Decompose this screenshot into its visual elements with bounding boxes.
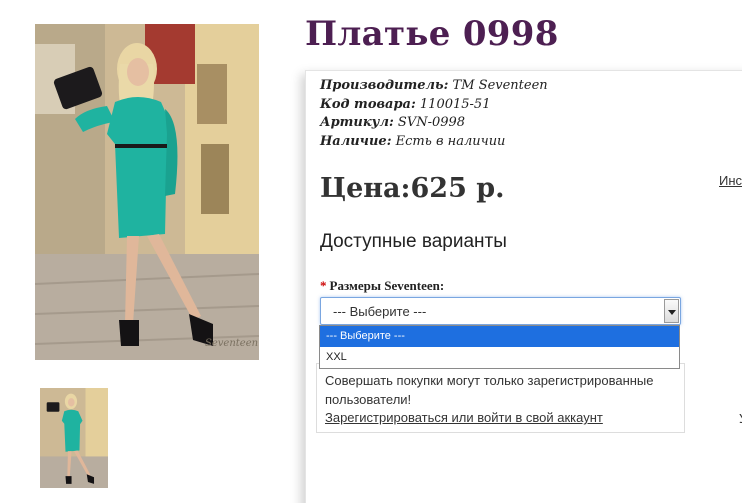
login-required-notice: Совершать покупки могут только зарегистр… (316, 363, 685, 433)
meta-availability: Наличие: Есть в наличии (320, 133, 548, 152)
meta-label: Код товара: (320, 96, 416, 112)
svg-text:Seventeen: Seventeen (205, 338, 258, 349)
meta-value: Есть в наличии (391, 133, 506, 149)
size-option-label: * Размеры Seventeen: (320, 278, 444, 294)
side-link[interactable]: Инс (719, 173, 742, 188)
chevron-down-icon[interactable] (664, 299, 679, 323)
product-page: Seventeen Платье 0998 Производитель: ТМ … (0, 0, 742, 503)
product-thumbnail[interactable] (40, 388, 108, 488)
meta-manufacturer: Производитель: ТМ Seventeen (320, 77, 548, 96)
variants-heading: Доступные варианты (320, 231, 507, 252)
product-price: Цена:625 р. (320, 173, 505, 204)
size-select[interactable]: --- Выберите --- (320, 297, 681, 325)
meta-value: SVN-0998 (393, 115, 466, 130)
meta-label: Наличие: (320, 133, 392, 149)
size-select-value: --- Выберите --- (333, 304, 427, 319)
dress-photo-illustration: Seventeen (35, 24, 259, 360)
meta-label: Артикул: (320, 115, 394, 130)
product-info-panel: Производитель: ТМ Seventeen Код товара: … (305, 70, 742, 503)
required-mark: * (320, 278, 327, 293)
notice-text: Совершать покупки могут только зарегистр… (325, 373, 654, 407)
meta-value: ТМ Seventeen (448, 78, 548, 93)
product-main-photo[interactable]: Seventeen (35, 24, 259, 360)
product-meta: Производитель: ТМ Seventeen Код товара: … (320, 77, 548, 151)
dress-thumbnail-illustration (40, 388, 108, 488)
dropdown-option[interactable]: --- Выберите --- (320, 326, 679, 347)
register-login-link[interactable]: Зарегистрироваться или войти в свой акка… (325, 409, 603, 428)
meta-value: 110015-51 (415, 96, 491, 112)
size-label-text: Размеры Seventeen: (329, 278, 445, 293)
meta-product-code: Код товара: 110015-51 (320, 96, 548, 115)
product-title: Платье 0998 (305, 14, 559, 54)
meta-sku: Артикул: SVN-0998 (320, 114, 548, 133)
meta-label: Производитель: (320, 78, 449, 93)
size-dropdown-list[interactable]: --- Выберите --- XXL (319, 325, 680, 369)
dropdown-option[interactable]: XXL (320, 347, 679, 368)
